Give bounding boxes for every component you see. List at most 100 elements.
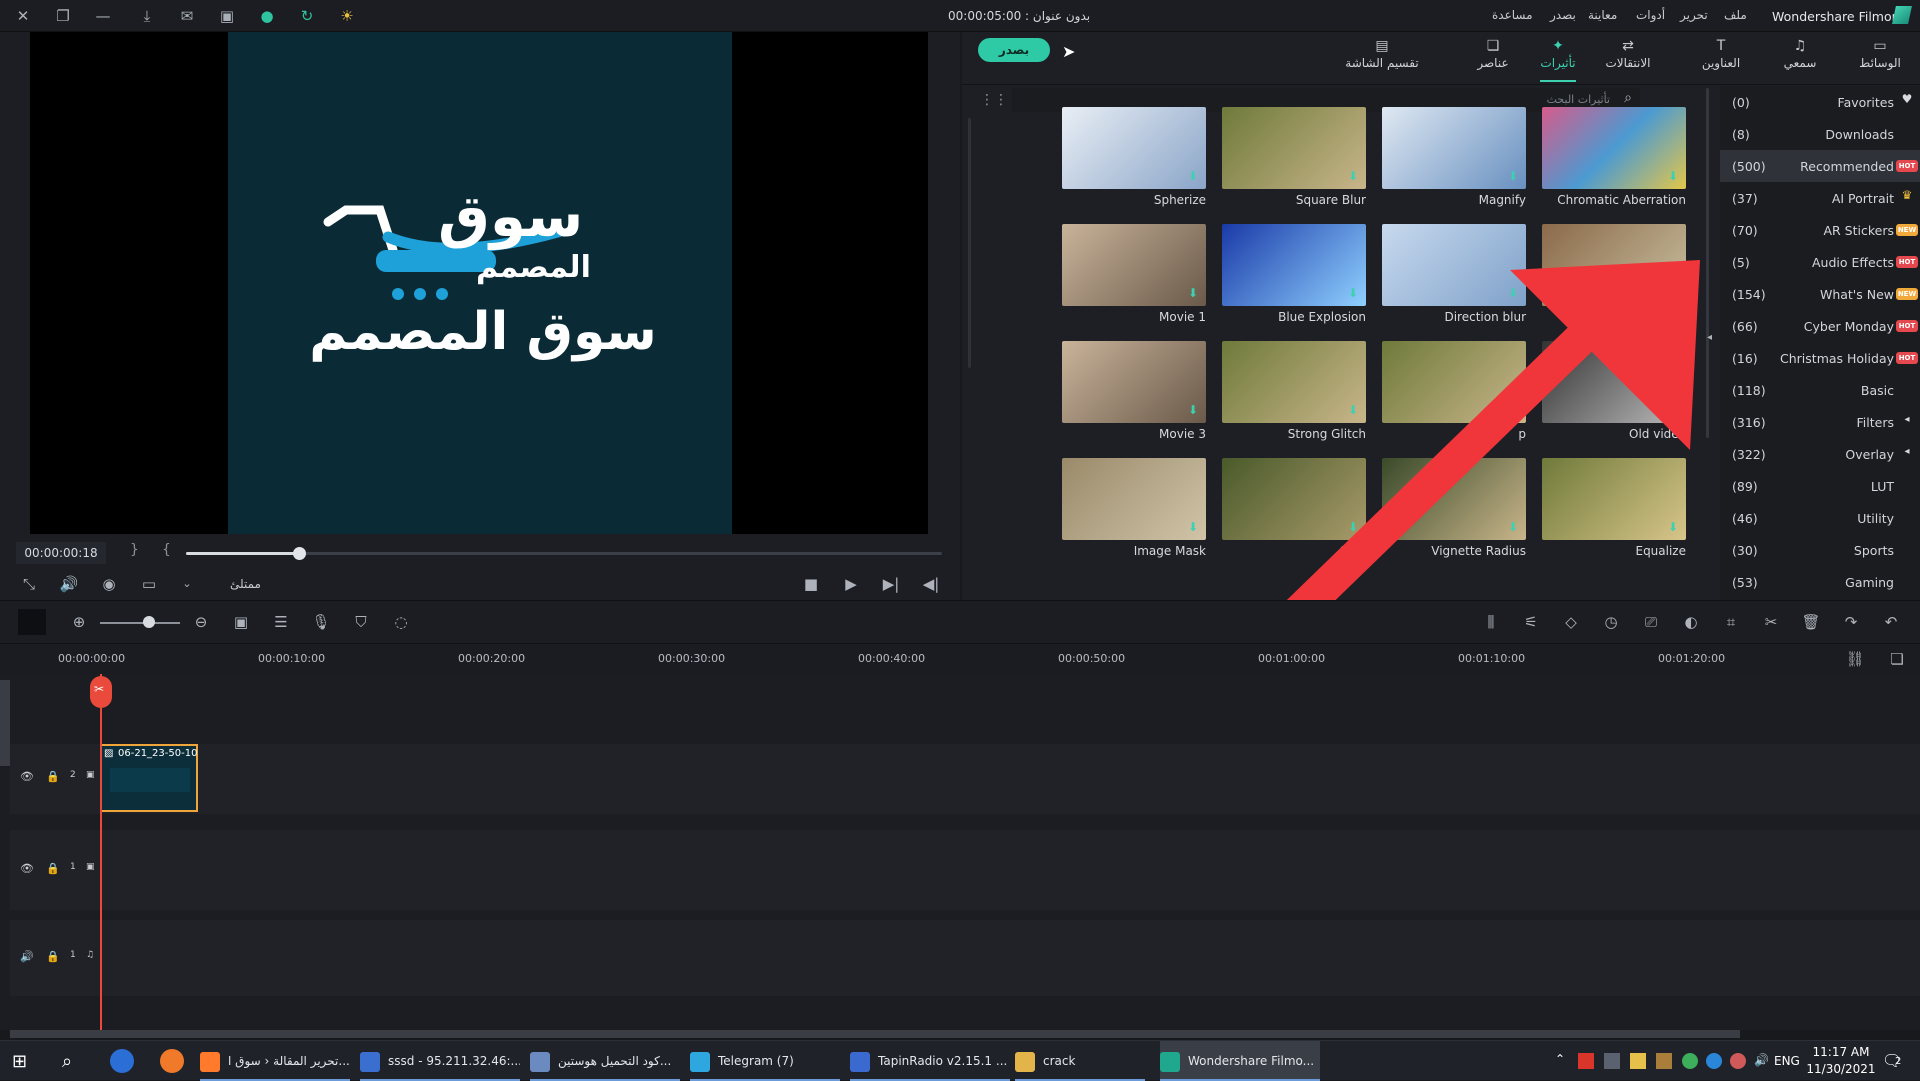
menu-tools[interactable]: أدوات	[1636, 8, 1665, 22]
clock-time[interactable]: 11:17 AM	[1806, 1045, 1876, 1059]
category-item[interactable]: (16) Christmas Holiday HOT	[1720, 342, 1920, 374]
timeline-clip[interactable]: ▨ 06-21_23-50-10	[100, 744, 198, 812]
download-icon[interactable]: ⬇	[1188, 520, 1198, 534]
redo-icon[interactable]: ↷	[1840, 611, 1862, 633]
freeze-frame-icon[interactable]: ⎚	[1640, 611, 1662, 633]
color-icon[interactable]: ◐	[1680, 611, 1702, 633]
tray-globe-icon[interactable]	[1706, 1053, 1722, 1069]
link-icon[interactable]: ⛓	[1844, 648, 1866, 670]
menu-view[interactable]: معاينة	[1588, 8, 1617, 22]
tab-text[interactable]: T العناوين	[1673, 34, 1769, 82]
pip-icon[interactable]: ❏	[1886, 648, 1908, 670]
search-icon[interactable]: ⌕	[1624, 90, 1632, 106]
mark-out-icon[interactable]: }	[130, 542, 139, 558]
speed-icon[interactable]: ◷	[1600, 611, 1622, 633]
video-track-2[interactable]: 👁 🔒 2 ▣	[10, 744, 1920, 814]
taskbar-app[interactable]: تحرير المقالة ‹ سوق ا...	[200, 1041, 350, 1081]
lock-icon[interactable]: 🔒	[46, 770, 60, 783]
tray-app2-icon[interactable]	[1730, 1053, 1746, 1069]
sync-icon[interactable]: ↻	[296, 5, 318, 27]
download-icon[interactable]: ⬇	[1188, 286, 1198, 300]
shield-icon[interactable]: ⛉	[350, 611, 372, 633]
chevron-down-icon[interactable]: ⌄	[176, 573, 198, 595]
playback-progress-track[interactable]	[186, 547, 942, 560]
category-item[interactable]: (500) Recommended HOT	[1720, 150, 1920, 182]
horizontal-scrollbar[interactable]	[10, 1030, 1740, 1038]
effect-thumbnail[interactable]: ⬇	[1062, 107, 1206, 189]
vertical-scrollbar[interactable]	[0, 680, 10, 766]
category-item[interactable]: (66) Cyber Monday HOT	[1720, 310, 1920, 342]
account-icon[interactable]: ●	[256, 5, 278, 27]
grammarly-icon[interactable]	[160, 1049, 184, 1073]
layout-icon[interactable]	[18, 609, 46, 635]
zoom-in-icon[interactable]: ⊕	[68, 611, 90, 633]
category-item[interactable]: (316) Filters ◂	[1720, 406, 1920, 438]
taskbar-app[interactable]: sssd - 95.211.32.46:...	[360, 1041, 520, 1081]
zoom-slider-knob[interactable]	[143, 616, 155, 628]
category-item[interactable]: (118) Basic	[1720, 374, 1920, 406]
render-icon[interactable]: ◌	[390, 611, 412, 633]
language-indicator[interactable]: ENG	[1774, 1054, 1800, 1068]
video-track-1[interactable]: 👁 🔒 1 ▣	[10, 830, 1920, 910]
effect-thumbnail[interactable]: ⬇	[1062, 341, 1206, 423]
volume-icon[interactable]: 🔊	[58, 573, 80, 595]
effect-thumbnail[interactable]: ⬇	[1222, 107, 1366, 189]
taskbar-app[interactable]: Wondershare Filmo...	[1160, 1041, 1320, 1081]
menu-export[interactable]: بصدر	[1550, 8, 1576, 22]
snapshot-icon[interactable]: ◉	[98, 573, 120, 595]
playhead-knob[interactable]	[293, 547, 307, 560]
category-item[interactable]: (0) Favorites ♥	[1720, 86, 1920, 118]
taskbar-app[interactable]: Telegram (7)	[690, 1041, 840, 1081]
adjust-icon[interactable]: ⚟	[1520, 611, 1542, 633]
taskbar-app[interactable]: TapinRadio v2.15.1 ...	[850, 1041, 1010, 1081]
audio-wave-icon[interactable]: ⫼	[1480, 611, 1502, 633]
prev-frame-icon[interactable]: ◀|	[920, 573, 942, 595]
minimize-icon[interactable]: —	[92, 5, 114, 27]
quality-dropdown[interactable]: ممتلئ	[230, 577, 261, 591]
tray-volume-icon[interactable]: 🔊	[1754, 1053, 1769, 1067]
menu-file[interactable]: ملف	[1724, 8, 1747, 22]
scissors-icon[interactable]: ✂	[94, 682, 104, 696]
effect-thumbnail[interactable]: ⬇	[1062, 458, 1206, 540]
effects-scrollbar[interactable]	[968, 118, 971, 368]
zoom-slider[interactable]	[100, 622, 180, 624]
menu-edit[interactable]: تحرير	[1680, 8, 1708, 22]
crop-icon[interactable]: ⌗	[1720, 611, 1742, 633]
timeline-ruler[interactable]: 00:00:00:00 00:00:10:00 00:00:20:00 00:00:3…	[0, 644, 1920, 674]
clock-date[interactable]: 11/30/2021	[1806, 1062, 1876, 1076]
category-item[interactable]: (53) Gaming	[1720, 566, 1920, 598]
tray-folder-icon[interactable]	[1656, 1053, 1672, 1069]
search-icon[interactable]: ⌕	[62, 1051, 72, 1072]
eye-icon[interactable]: 👁	[20, 862, 34, 875]
lock-icon[interactable]: 🔒	[46, 950, 60, 963]
mic-icon[interactable]: 🎙	[310, 611, 332, 633]
effect-thumbnail[interactable]: ⬇	[1382, 107, 1526, 189]
taskbar-app[interactable]: كود التحميل هوستين...	[530, 1041, 680, 1081]
mark-in-icon[interactable]: {	[162, 542, 171, 558]
download-icon[interactable]: ⬇	[1188, 403, 1198, 417]
lock-icon[interactable]: 🔒	[46, 862, 60, 875]
windows-start-icon[interactable]: ⊞	[12, 1051, 27, 1072]
tab-elements[interactable]: ❏ عناصر	[1445, 34, 1541, 82]
category-item[interactable]: (5) Audio Effects HOT	[1720, 246, 1920, 278]
category-item[interactable]: (322) Overlay ◂	[1720, 438, 1920, 470]
delete-icon[interactable]: 🗑	[1800, 611, 1822, 633]
fullscreen-icon[interactable]: ⤡	[18, 573, 40, 595]
restore-icon[interactable]: ❐	[52, 5, 74, 27]
category-item[interactable]: (8) Downloads	[1720, 118, 1920, 150]
keyframe-icon[interactable]: ◇	[1560, 611, 1582, 633]
stop-icon[interactable]: ■	[800, 573, 822, 595]
tray-app-icon[interactable]	[1578, 1053, 1594, 1069]
download-icon[interactable]: ⬇	[1668, 169, 1678, 183]
mail-icon[interactable]: ✉	[176, 5, 198, 27]
download-icon[interactable]: ⬇	[1188, 169, 1198, 183]
tray-network-icon[interactable]	[1604, 1053, 1620, 1069]
tab-split-screen[interactable]: ▤ تقسيم الشاشة	[1334, 34, 1430, 82]
effect-thumbnail[interactable]: ⬇	[1542, 107, 1686, 189]
category-item[interactable]: (70) AR Stickers NEW	[1720, 214, 1920, 246]
bulb-icon[interactable]: ☀	[336, 5, 358, 27]
save-icon[interactable]: ▣	[216, 5, 238, 27]
category-item[interactable]: (37) AI Portrait ♛	[1720, 182, 1920, 214]
export-button[interactable]: بصدر	[978, 38, 1050, 62]
display-icon[interactable]: ▭	[138, 573, 160, 595]
